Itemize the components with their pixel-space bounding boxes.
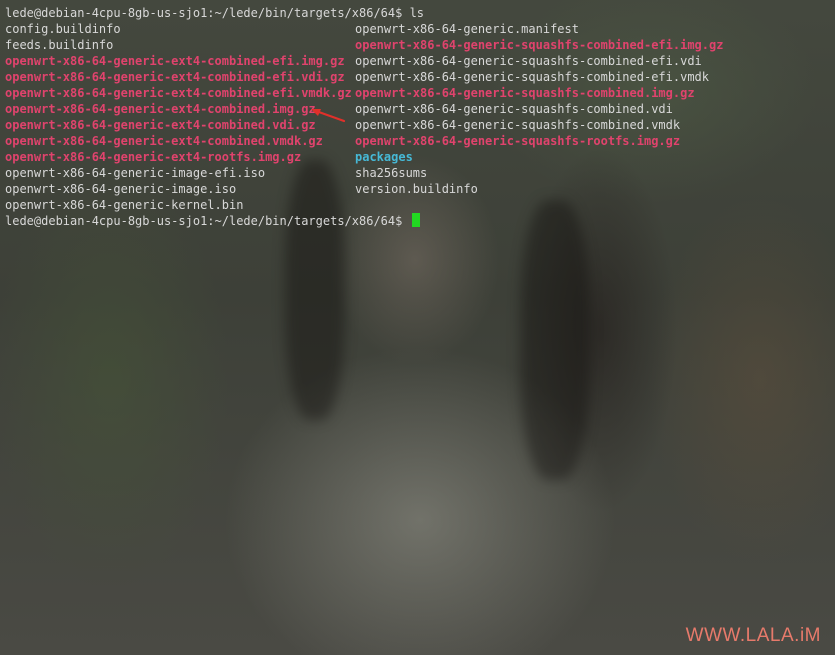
archive-file-entry: openwrt-x86-64-generic-ext4-rootfs.img.g… xyxy=(5,150,302,164)
file-entry: openwrt-x86-64-generic-image.iso xyxy=(5,182,237,196)
command-prompt[interactable]: lede@debian-4cpu-8gb-us-sjo1:~/lede/bin/… xyxy=(5,213,420,229)
archive-file-entry: openwrt-x86-64-generic-ext4-combined-efi… xyxy=(5,70,345,84)
archive-file-entry: openwrt-x86-64-generic-squashfs-rootfs.i… xyxy=(355,134,681,148)
file-entry: openwrt-x86-64-generic-squashfs-combined… xyxy=(355,118,681,132)
archive-file-entry: openwrt-x86-64-generic-ext4-combined.vdi… xyxy=(5,118,316,132)
file-entry: openwrt-x86-64-generic-squashfs-combined… xyxy=(355,70,710,84)
watermark-text: WWW.LALA.iM xyxy=(685,625,821,646)
file-entry: openwrt-x86-64-generic.manifest xyxy=(355,22,579,36)
prompt-line: lede@debian-4cpu-8gb-us-sjo1:~/lede/bin/… xyxy=(5,6,425,20)
terminal-window[interactable]: lede@debian-4cpu-8gb-us-sjo1:~/lede/bin/… xyxy=(0,0,835,655)
file-entry: openwrt-x86-64-generic-squashfs-combined… xyxy=(355,102,673,116)
archive-file-entry: openwrt-x86-64-generic-squashfs-combined… xyxy=(355,86,695,100)
archive-file-entry: openwrt-x86-64-generic-ext4-combined-efi… xyxy=(5,86,352,100)
file-entry: feeds.buildinfo xyxy=(5,38,114,52)
file-entry: openwrt-x86-64-generic-squashfs-combined… xyxy=(355,54,702,68)
prompt-text: lede@debian-4cpu-8gb-us-sjo1:~/lede/bin/… xyxy=(5,214,410,228)
archive-file-entry: openwrt-x86-64-generic-ext4-combined.vmd… xyxy=(5,134,323,148)
archive-file-entry: openwrt-x86-64-generic-squashfs-combined… xyxy=(355,38,724,52)
file-entry: openwrt-x86-64-generic-kernel.bin xyxy=(5,198,244,212)
directory-entry: packages xyxy=(355,150,413,164)
file-entry: openwrt-x86-64-generic-image-efi.iso xyxy=(5,166,266,180)
text-cursor xyxy=(411,213,420,227)
file-entry: sha256sums xyxy=(355,166,428,180)
archive-file-entry-highlighted: openwrt-x86-64-generic-ext4-combined.img… xyxy=(5,102,316,116)
red-arrow-icon xyxy=(311,109,346,123)
file-entry: config.buildinfo xyxy=(5,22,121,36)
file-entry: version.buildinfo xyxy=(355,182,478,196)
archive-file-entry: openwrt-x86-64-generic-ext4-combined-efi… xyxy=(5,54,345,68)
